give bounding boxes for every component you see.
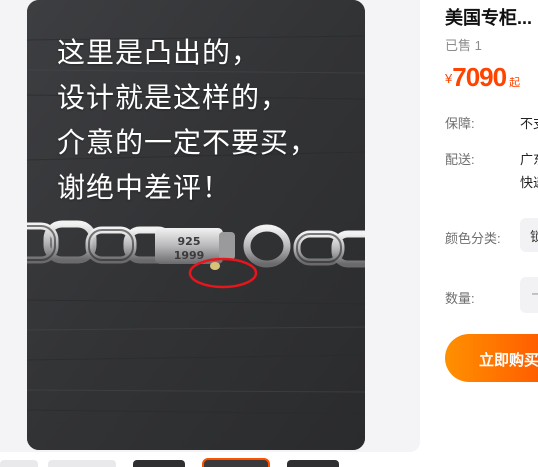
quantity-stepper[interactable]: — bbox=[520, 277, 538, 313]
stamp-1999: 1999 bbox=[174, 249, 205, 262]
shipping-method: 快递 bbox=[520, 175, 538, 190]
product-title: 美国专柜... bbox=[445, 8, 533, 28]
price-currency: ¥ bbox=[445, 71, 453, 86]
color-option[interactable]: 锁 bbox=[520, 218, 538, 252]
price-value: 7090 bbox=[452, 62, 507, 92]
overlay-line-3: 介意的一定不要买， bbox=[57, 126, 319, 159]
quantity-label: 数量: bbox=[445, 291, 475, 306]
product-info-panel: 美国专柜... 已售 1 ¥7090起 保障: 不支 配送: 广东 快递 颜色分… bbox=[445, 0, 538, 467]
stamp-925: 925 bbox=[178, 235, 201, 248]
shipping-label: 配送: bbox=[445, 152, 475, 167]
warning-overlay-text: 这里是凸出的， 设计就是这样的， 介意的一定不要买， 谢绝中差评！ bbox=[57, 30, 318, 210]
shipping-location[interactable]: 广东 bbox=[520, 149, 538, 168]
main-product-image[interactable]: 925 1999 这里是凸出的， 设计就是这样的， 介意的一定不要买， 谢绝中差… bbox=[27, 0, 365, 450]
sold-count: 已售 1 bbox=[445, 38, 482, 53]
thumbnail-strip bbox=[0, 458, 420, 467]
guarantee-value[interactable]: 不支 bbox=[520, 113, 538, 132]
overlay-line-1: 这里是凸出的， bbox=[57, 36, 261, 69]
product-page: 925 1999 这里是凸出的， 设计就是这样的， 介意的一定不要买， 谢绝中差… bbox=[0, 0, 538, 467]
thumbnail-5[interactable] bbox=[287, 460, 339, 467]
guarantee-label: 保障: bbox=[445, 116, 475, 131]
overlay-line-2: 设计就是这样的， bbox=[57, 81, 290, 114]
thumbnail-4-selected[interactable] bbox=[204, 460, 268, 467]
thumbnail-2[interactable] bbox=[48, 460, 116, 467]
buy-now-button[interactable]: 立即购买 bbox=[445, 334, 538, 382]
image-gallery: 925 1999 这里是凸出的， 设计就是这样的， 介意的一定不要买， 谢绝中差… bbox=[0, 0, 420, 452]
thumbnail-1[interactable] bbox=[0, 460, 38, 467]
price-suffix: 起 bbox=[509, 77, 521, 89]
buy-now-label: 立即购买 bbox=[479, 352, 538, 369]
quantity-minus-button[interactable]: — bbox=[532, 285, 538, 303]
color-label: 颜色分类: bbox=[445, 231, 501, 246]
thumbnail-3[interactable] bbox=[133, 460, 185, 467]
product-price: ¥7090 起 bbox=[445, 62, 520, 93]
overlay-line-4: 谢绝中差评！ bbox=[57, 171, 232, 204]
color-option-label: 锁 bbox=[530, 229, 538, 244]
